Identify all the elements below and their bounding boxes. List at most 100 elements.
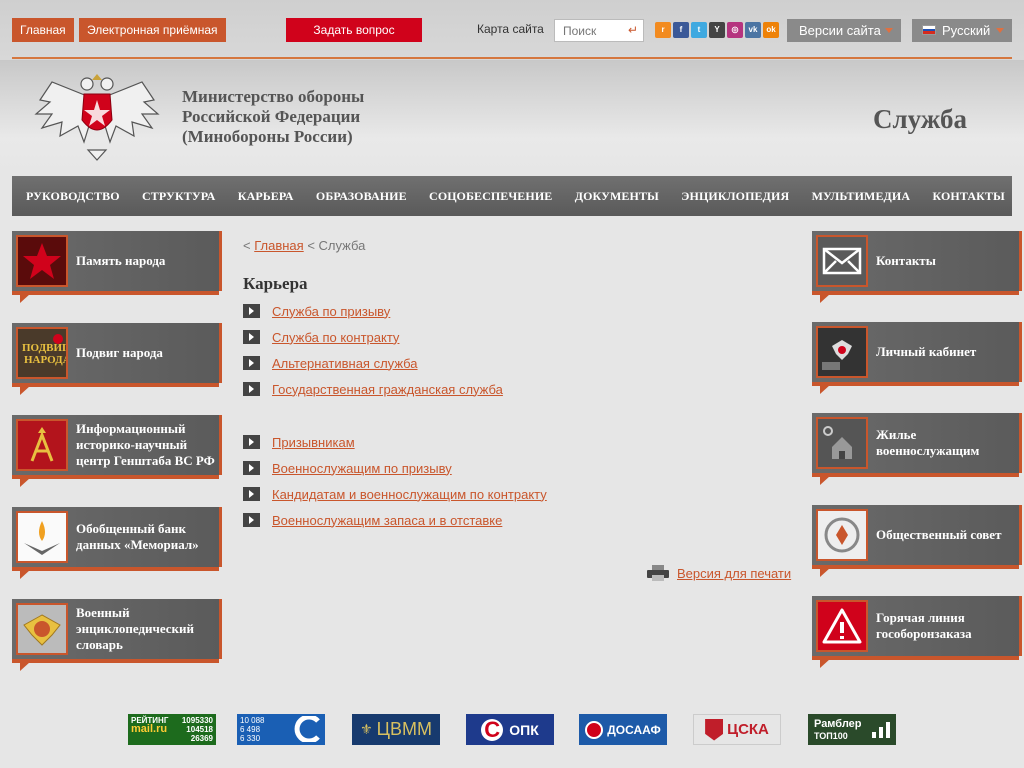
- ministry-line-1: Министерство обороны: [182, 87, 365, 106]
- link-conscripts[interactable]: Призывникам: [272, 435, 355, 450]
- encyclopedia-emblem-icon: [16, 603, 68, 655]
- card-housing[interactable]: Жилье военнослужащим: [812, 413, 1022, 485]
- divider: [12, 57, 1012, 59]
- card-public-council[interactable]: Общественный совет: [812, 505, 1022, 577]
- printer-icon: [647, 565, 669, 581]
- top-bar: Главная Электронная приёмная Задать вопр…: [0, 0, 1024, 60]
- career-links: Служба по призыву Служба по контракту Ал…: [243, 298, 503, 402]
- card-label: Память народа: [76, 253, 166, 268]
- card-personal-account[interactable]: Личный кабинет: [812, 322, 1022, 394]
- arrow-bullet-icon: [243, 330, 260, 344]
- card-memorial-database[interactable]: Обобщенный банк данных «Мемориал»: [12, 507, 222, 579]
- dosaaf-banner[interactable]: ДОСААФ: [579, 714, 667, 745]
- print-version-link[interactable]: Версия для печати: [677, 566, 791, 581]
- language-label: Русский: [942, 23, 991, 38]
- home-button[interactable]: Главная: [12, 18, 74, 42]
- breadcrumb-separator: <: [243, 238, 251, 253]
- vk-icon[interactable]: vk: [745, 22, 761, 38]
- card-label: Жилье военнослужащим: [876, 427, 980, 458]
- public-council-emblem-icon: [816, 509, 868, 561]
- cvmm-banner[interactable]: ⚜ ЦВММ: [352, 714, 440, 745]
- reception-button[interactable]: Электронная приёмная: [79, 18, 226, 42]
- search-input[interactable]: [555, 20, 625, 41]
- rating-value-1: 1095330: [181, 716, 213, 725]
- language-dropdown[interactable]: Русский: [912, 19, 1012, 42]
- page-title: Служба: [873, 104, 968, 134]
- instagram-icon[interactable]: ◎: [727, 22, 743, 38]
- enter-icon[interactable]: ↵: [628, 23, 638, 37]
- link-reserve-retired[interactable]: Военнослужащим запаса и в отставке: [272, 513, 502, 528]
- list-item: Призывникам: [243, 429, 547, 455]
- cvmm-label: ЦВММ: [376, 719, 432, 739]
- breadcrumb-home-link[interactable]: Главная: [254, 238, 303, 253]
- card-general-staff-center[interactable]: Информационный историко-научный центр Ге…: [12, 415, 222, 487]
- card-tab: [20, 386, 30, 395]
- link-conscript-servicemen[interactable]: Военнослужащим по призыву: [272, 461, 452, 476]
- sitemap-link[interactable]: Карта сайта: [477, 22, 544, 36]
- card-label: Общественный совет: [876, 527, 1002, 542]
- nav-item-multimedia[interactable]: МУЛЬТИМЕДИА: [812, 176, 911, 216]
- visit-counter-banner[interactable]: 10 088 6 498 6 330: [237, 714, 325, 745]
- nav-item-structure[interactable]: СТРУКТУРА: [142, 176, 215, 216]
- card-tab: [820, 294, 830, 303]
- link-conscription-service[interactable]: Служба по призыву: [272, 304, 390, 319]
- mailru-rating-banner[interactable]: РЕЙТИНГ 1095330 mail.ru 104518 26369: [128, 714, 216, 745]
- cska-crest-icon: [705, 718, 724, 741]
- link-civil-service[interactable]: Государственная гражданская служба: [272, 382, 503, 397]
- card-tab: [20, 478, 30, 487]
- rambler-line-1: Рамблер: [814, 717, 862, 730]
- nav-item-social-security[interactable]: СОЦОБЕСПЕЧЕНИЕ: [429, 176, 552, 216]
- site-header: Министерство обороны Российской Федераци…: [0, 60, 1024, 172]
- card-people-memory[interactable]: Память народа: [12, 231, 222, 303]
- house-keys-icon: [816, 417, 868, 469]
- link-contract-service[interactable]: Служба по контракту: [272, 330, 399, 345]
- section-title: Карьера: [243, 274, 308, 293]
- cska-banner[interactable]: ЦСКА: [693, 714, 781, 745]
- card-people-feat[interactable]: ПОДВИГНАРОДА Подвиг народа: [12, 323, 222, 395]
- dosaaf-label: ДОСААФ: [607, 722, 661, 737]
- nav-item-contacts[interactable]: КОНТАКТЫ: [932, 176, 1004, 216]
- audience-links: Призывникам Военнослужащим по призыву Ка…: [243, 429, 547, 533]
- opk-banner[interactable]: C ОПК: [466, 714, 554, 745]
- link-alternative-service[interactable]: Альтернативная служба: [272, 356, 418, 371]
- nav-item-encyclopedia[interactable]: ЭНЦИКЛОПЕДИЯ: [681, 176, 789, 216]
- svg-text:НАРОДА: НАРОДА: [24, 354, 66, 366]
- nav-item-leadership[interactable]: РУКОВОДСТВО: [26, 176, 120, 216]
- rss-icon[interactable]: r: [655, 22, 671, 38]
- counter-value-2: 6 498: [240, 725, 261, 734]
- print-version[interactable]: Версия для печати: [647, 565, 791, 581]
- rambler-line-2: ТОП100: [814, 730, 848, 741]
- card-tab: [20, 570, 30, 579]
- card-tab: [20, 662, 30, 671]
- chevron-down-icon: [885, 28, 893, 33]
- red-star-icon: [16, 235, 68, 287]
- monogram-crest-icon: [16, 419, 68, 471]
- bar-chart-icon: [872, 722, 890, 738]
- versions-dropdown[interactable]: Версии сайта: [787, 19, 901, 42]
- nav-item-education[interactable]: ОБРАЗОВАНИЕ: [316, 176, 407, 216]
- rambler-top100-banner[interactable]: Рамблер ТОП100: [808, 714, 896, 745]
- mailru-logo: mail.ru: [131, 723, 168, 735]
- card-hotline[interactable]: Горячая линия гособоронзаказа: [812, 596, 1022, 668]
- double-headed-eagle-emblem-icon[interactable]: [32, 70, 162, 162]
- nav-item-career[interactable]: КАРЬЕРА: [238, 176, 294, 216]
- breadcrumb: < Главная < Служба: [243, 238, 365, 253]
- nav-item-documents[interactable]: ДОКУМЕНТЫ: [575, 176, 659, 216]
- breadcrumb-current: Служба: [318, 238, 366, 253]
- ask-question-button[interactable]: Задать вопрос: [286, 18, 422, 42]
- arrow-bullet-icon: [243, 382, 260, 396]
- ministry-name[interactable]: Министерство обороны Российской Федераци…: [182, 87, 364, 147]
- facebook-icon[interactable]: f: [673, 22, 689, 38]
- card-contacts[interactable]: Контакты: [812, 231, 1022, 303]
- arrow-bullet-icon: [243, 304, 260, 318]
- russian-flag-icon: [922, 25, 936, 35]
- link-contract-candidates[interactable]: Кандидатам и военнослужащим по контракту: [272, 487, 547, 502]
- ministry-line-3: (Минобороны России): [182, 127, 353, 146]
- youtube-icon[interactable]: Y: [709, 22, 725, 38]
- card-military-encyclopedia[interactable]: Военный энциклопедический словарь: [12, 599, 222, 671]
- odnoklassniki-icon[interactable]: ok: [763, 22, 779, 38]
- twitter-icon[interactable]: t: [691, 22, 707, 38]
- card-tab: [820, 385, 830, 394]
- card-label: Горячая линия гособоронзаказа: [876, 610, 972, 641]
- list-item: Государственная гражданская служба: [243, 376, 503, 402]
